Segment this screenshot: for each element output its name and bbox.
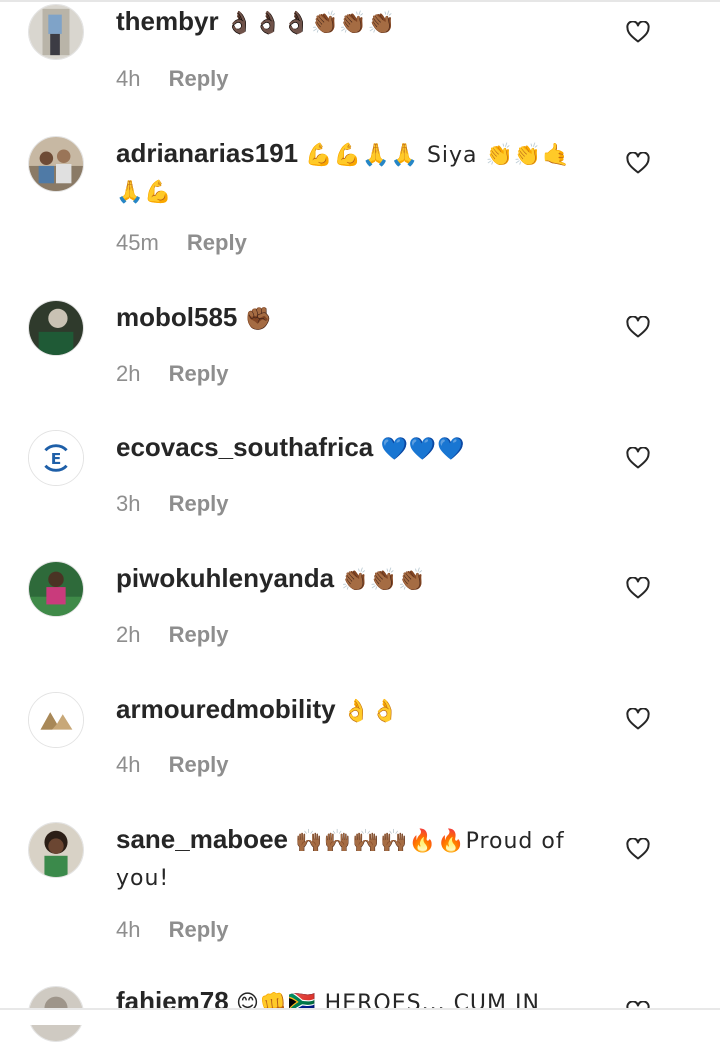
user-avatar[interactable] [28, 300, 84, 356]
reply-button[interactable]: Reply [169, 361, 229, 386]
comment-text: 👏🏾👏🏾👏🏾 [341, 568, 427, 593]
comment-username[interactable]: thembyr [116, 6, 219, 36]
comment-text: 💙💙💙 [380, 437, 466, 462]
reply-button[interactable]: Reply [169, 752, 229, 777]
reply-button[interactable]: Reply [169, 491, 229, 516]
comment-body: mobol585 ✊🏾 [116, 300, 596, 337]
comment-time: 4h [116, 752, 141, 777]
comment-time: 45m [116, 230, 159, 255]
reply-button[interactable]: Reply [169, 622, 229, 647]
like-heart-icon[interactable] [626, 838, 650, 860]
user-avatar[interactable] [28, 136, 84, 192]
like-heart-icon[interactable] [626, 577, 650, 599]
comment-text: 👌🏿👌🏿👌🏿👏🏾👏🏾👏🏾 [225, 11, 397, 36]
comment-body: piwokuhlenyanda 👏🏾👏🏾👏🏾 [116, 561, 596, 598]
user-avatar[interactable] [28, 561, 84, 617]
comment-body: adrianarias191 💪💪🙏🙏 Siya 👏👏🤙 🙏💪 [116, 136, 596, 210]
like-heart-icon[interactable] [626, 708, 650, 730]
svg-text:E: E [51, 450, 62, 468]
comment-username[interactable]: adrianarias191 [116, 138, 298, 168]
reply-button[interactable]: Reply [187, 230, 247, 255]
comment-body: ecovacs_southafrica 💙💙💙 [116, 430, 596, 467]
comment-time: 2h [116, 361, 141, 386]
comment-time: 4h [116, 917, 141, 942]
like-heart-icon[interactable] [626, 316, 650, 338]
comment-username[interactable]: mobol585 [116, 302, 237, 332]
comment-body: sane_maboee 🙌🏾🙌🏾🙌🏾🙌🏾🔥🔥Proud of you! [116, 822, 596, 896]
bottom-divider [0, 1008, 720, 1025]
comment-username[interactable]: ecovacs_southafrica [116, 432, 373, 462]
user-avatar[interactable] [28, 822, 84, 878]
comment-text: 👌👌 [342, 699, 400, 724]
comment-meta: 4h Reply [116, 66, 229, 92]
comment-meta: 2h Reply [116, 361, 229, 387]
comment-meta: 2h Reply [116, 622, 229, 648]
comment-meta: 3h Reply [116, 491, 229, 517]
user-avatar[interactable] [28, 4, 84, 60]
top-divider [0, 0, 720, 2]
comment-meta: 4h Reply [116, 752, 229, 778]
like-heart-icon[interactable] [626, 447, 650, 469]
comment-text: ✊🏾 [244, 307, 274, 332]
comment-body: armouredmobility 👌👌 [116, 692, 596, 729]
comment-username[interactable]: sane_maboee [116, 824, 288, 854]
like-heart-icon[interactable] [626, 21, 650, 43]
comment-meta: 45m Reply [116, 230, 247, 256]
comment-meta: 4h Reply [116, 917, 229, 943]
ecovacs-logo-avatar[interactable]: E [28, 430, 84, 486]
comment-username[interactable]: armouredmobility [116, 694, 336, 724]
like-heart-icon[interactable] [626, 152, 650, 174]
reply-button[interactable]: Reply [169, 917, 229, 942]
am-logo-avatar[interactable] [28, 692, 84, 748]
reply-button[interactable]: Reply [169, 66, 229, 91]
comment-time: 4h [116, 66, 141, 91]
comment-time: 3h [116, 491, 141, 516]
comment-username[interactable]: piwokuhlenyanda [116, 563, 334, 593]
comment-body: thembyr 👌🏿👌🏿👌🏿👏🏾👏🏾👏🏾 [116, 4, 596, 41]
comment-time: 2h [116, 622, 141, 647]
